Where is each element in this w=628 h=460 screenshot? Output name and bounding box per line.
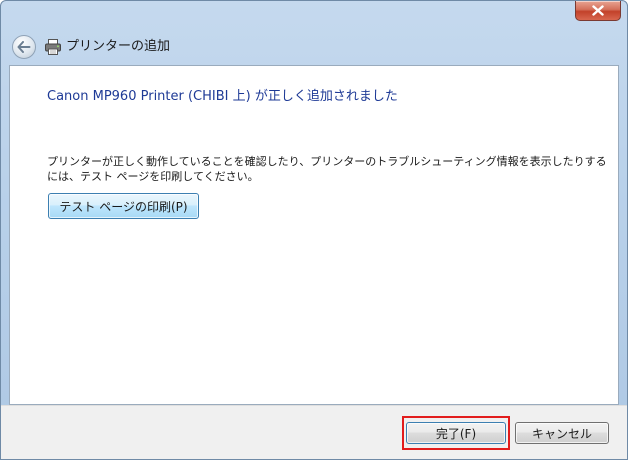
add-printer-window: プリンターの追加 Canon MP960 Printer (CHIBI 上) が… [0,0,628,460]
print-test-page-button[interactable]: テスト ページの印刷(P) [48,193,199,219]
window-title: プリンターの追加 [66,39,171,54]
wizard-content-panel: Canon MP960 Printer (CHIBI 上) が正しく追加されまし… [9,65,619,405]
wizard-header: プリンターの追加 [1,21,627,65]
button-bar: 完了(F) キャンセル [1,405,627,459]
finish-button[interactable]: 完了(F) [406,422,506,444]
back-button[interactable] [12,35,36,59]
close-icon [592,5,604,16]
success-heading: Canon MP960 Printer (CHIBI 上) が正しく追加されまし… [47,89,398,104]
close-button[interactable] [575,1,621,21]
instruction-text: プリンターが正しく動作していることを確認したり、プリンターのトラブルシューティン… [47,155,607,183]
cancel-button[interactable]: キャンセル [515,422,609,444]
back-arrow-icon [17,41,31,53]
printer-icon [45,39,61,55]
